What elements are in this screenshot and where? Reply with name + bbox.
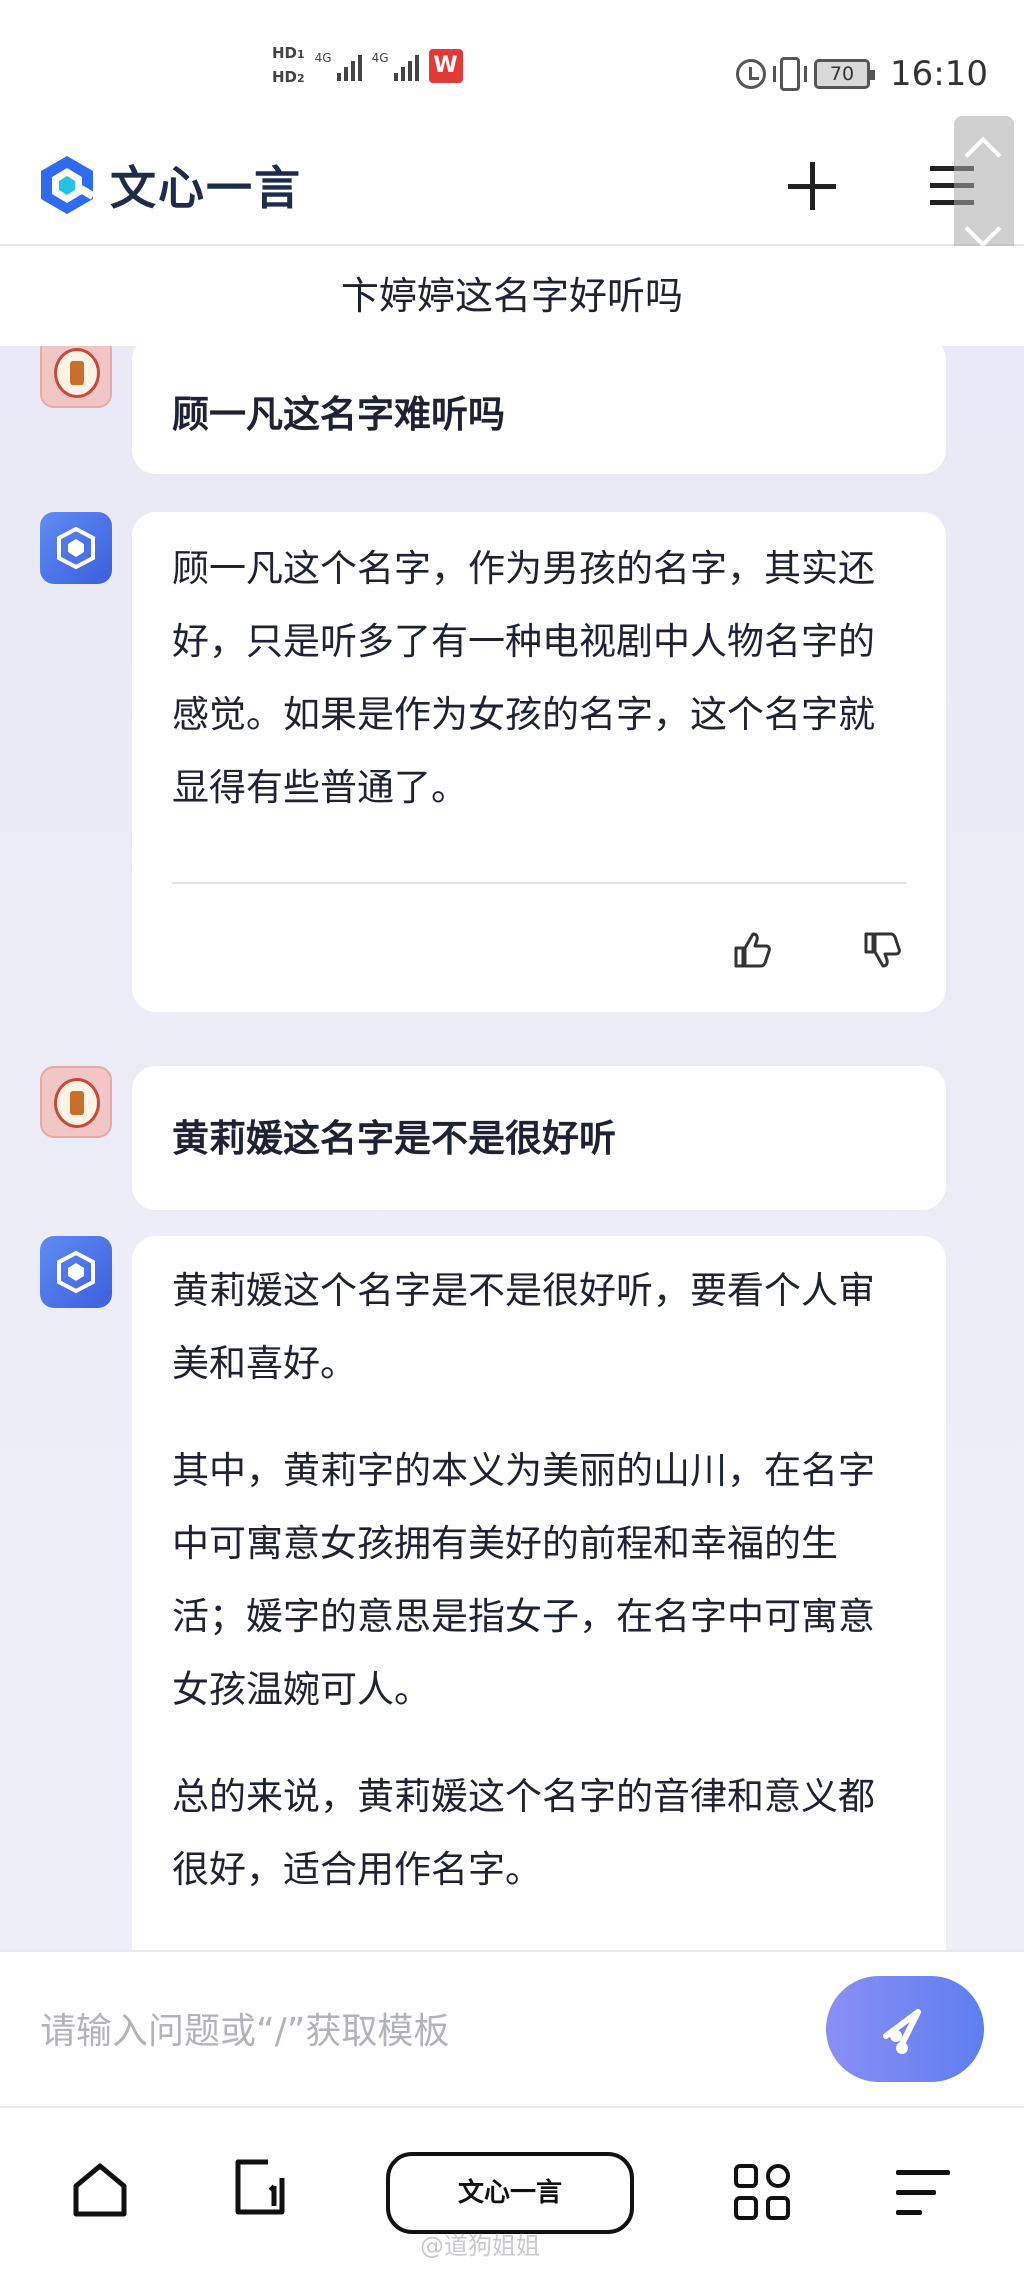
input-bar: 请输入问题或“/”获取模板 (0, 1950, 1024, 2106)
hd-indicators: HD1 HD2 (272, 44, 305, 88)
divider (172, 882, 906, 884)
scroll-down-icon[interactable] (964, 210, 1002, 248)
signal-2-icon: 4G (372, 51, 419, 81)
question-input[interactable]: 请输入问题或“/”获取模板 (40, 2002, 449, 2054)
weibo-watermark: @道狗姐姐 (420, 2232, 540, 2260)
bot-paragraph: 总的来说，黄莉媛这个名字的音律和意义都很好，适合用作名字。 (172, 1775, 875, 1891)
app-logo[interactable]: 文心一言 (38, 152, 302, 218)
send-button[interactable] (826, 1976, 984, 2082)
thumbs-down-icon[interactable] (862, 930, 902, 970)
status-left: HD1 HD2 4G 4G W (272, 44, 463, 88)
app-header: 文心一言 (0, 130, 1024, 246)
app-name: 文心一言 (110, 161, 302, 215)
home-icon[interactable] (70, 2160, 130, 2220)
bot-paragraph: 顾一凡这个名字，作为男孩的名字，其实还好，只是听多了有一种电视剧中人物名字的感觉… (172, 547, 875, 809)
logo-icon (41, 156, 95, 214)
screen: HD1 HD2 4G 4G W 70 16:10 文心一言 卞婷婷这名字好听吗 … (0, 0, 1024, 2276)
user-message-text: 黄莉媛这名字是不是很好听 (172, 1117, 616, 1160)
user-avatar (40, 346, 112, 408)
bot-avatar (40, 1236, 112, 1308)
send-icon (883, 2009, 921, 2054)
app-notification-icon: W (428, 49, 463, 83)
thumbs-up-icon[interactable] (732, 930, 772, 970)
bot-message-text: 黄莉媛这个名字是不是很好听，要看个人审美和喜好。 其中，黄莉字的本义为美丽的山川… (132, 1236, 946, 1906)
wenxin-button[interactable]: 文心一言 (386, 2152, 634, 2234)
alarm-icon (736, 59, 767, 89)
user-bubble: 顾一凡这名字难听吗 (132, 346, 946, 474)
list-menu-icon[interactable] (896, 2170, 950, 2218)
battery-icon: 70 (814, 59, 876, 89)
hd1-icon: HD1 (272, 44, 305, 62)
signal-1-icon: 4G (315, 51, 362, 81)
bot-avatar (40, 512, 112, 584)
vibrate-icon (773, 57, 808, 91)
chat-area[interactable]: 顾一凡这名字难听吗 顾一凡这个名字，作为男孩的名字，其实还好，只是听多了有一种电… (0, 346, 1024, 1950)
bot-logo-icon (57, 1250, 95, 1294)
bot-logo-icon (57, 526, 95, 570)
user-avatar (40, 1066, 112, 1138)
status-bar: HD1 HD2 4G 4G W 70 16:10 (0, 0, 1024, 130)
apps-grid-icon[interactable] (734, 2164, 792, 2222)
status-right: 70 16:10 (736, 54, 988, 94)
bot-paragraph: 黄莉媛这个名字是不是很好听，要看个人审美和喜好。 (172, 1269, 875, 1385)
bot-bubble: 顾一凡这个名字，作为男孩的名字，其实还好，只是听多了有一种电视剧中人物名字的感觉… (132, 512, 946, 1012)
bot-message-text: 顾一凡这个名字，作为男孩的名字，其实还好，只是听多了有一种电视剧中人物名字的感觉… (132, 512, 946, 824)
bot-paragraph: 其中，黄莉字的本义为美丽的山川，在名字中可寓意女孩拥有美好的前程和幸福的生活；媛… (172, 1449, 875, 1711)
user-message-text: 顾一凡这名字难听吗 (172, 393, 505, 436)
bot-bubble: 黄莉媛这个名字是不是很好听，要看个人审美和喜好。 其中，黄莉字的本义为美丽的山川… (132, 1236, 946, 1950)
user-bubble: 黄莉媛这名字是不是很好听 (132, 1066, 946, 1210)
hd2-icon: HD2 (272, 68, 305, 86)
clock: 16:10 (890, 54, 988, 94)
conversation-title: 卞婷婷这名字好听吗 (0, 246, 1024, 346)
new-chat-button[interactable] (784, 158, 840, 214)
scroll-up-icon[interactable] (964, 136, 1002, 174)
tabs-icon[interactable] (230, 2156, 290, 2218)
